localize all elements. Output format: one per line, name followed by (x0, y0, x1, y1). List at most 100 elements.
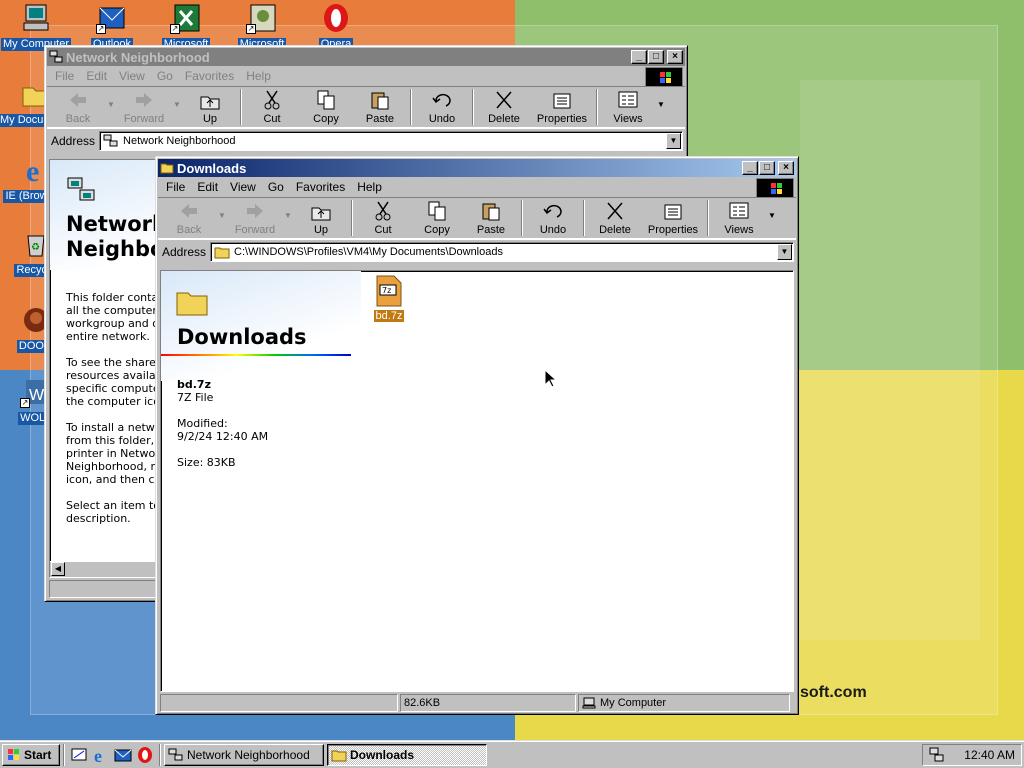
views-button[interactable]: Views (712, 200, 766, 236)
7z-archive-icon: 7z (376, 275, 402, 307)
back-button[interactable]: Back (51, 89, 105, 125)
downloads-content[interactable]: Downloads bd.7z 7Z File Modified: 9/2/24… (160, 270, 794, 692)
address-dropdown[interactable]: ▼ (666, 132, 681, 149)
copy-button[interactable]: Copy (299, 89, 353, 125)
up-button[interactable]: Up (183, 89, 237, 125)
wallpaper-text: soft.com (800, 684, 867, 701)
minimize-button[interactable]: _ (742, 161, 758, 175)
maximize-button[interactable]: □ (648, 50, 664, 64)
menu-help[interactable]: Help (351, 180, 388, 194)
views-dropdown[interactable]: ▼ (655, 100, 667, 125)
scissors-icon (372, 200, 394, 222)
menu-favorites[interactable]: Favorites (179, 69, 240, 83)
paste-button[interactable]: Paste (353, 89, 407, 125)
menu-edit[interactable]: Edit (191, 180, 224, 194)
title-bar[interactable]: Downloads _ □ × (158, 159, 796, 177)
back-arrow-icon (67, 89, 89, 111)
up-button[interactable]: Up (294, 200, 348, 236)
properties-button[interactable]: Properties (642, 200, 704, 236)
menu-bar: File Edit View Go Favorites Help (158, 177, 796, 198)
forward-arrow-icon (133, 89, 155, 111)
status-size: 82.6KB (400, 694, 576, 712)
excel-icon: ↗ (170, 2, 202, 34)
network-tray-icon[interactable] (929, 747, 945, 763)
forward-dropdown[interactable]: ▼ (171, 100, 183, 125)
close-button[interactable]: × (667, 50, 683, 64)
menu-edit[interactable]: Edit (80, 69, 113, 83)
menu-view[interactable]: View (113, 69, 151, 83)
mouse-cursor-icon (544, 369, 558, 388)
cut-button[interactable]: Cut (356, 200, 410, 236)
outlook-express-icon[interactable] (113, 745, 133, 765)
desktop-icon-excel[interactable]: ↗ Microsoft (148, 2, 224, 51)
selected-file-name: bd.7z (177, 378, 211, 391)
copy-button[interactable]: Copy (410, 200, 464, 236)
downloads-window[interactable]: Downloads _ □ × File Edit View Go Favori… (155, 156, 799, 715)
desktop-icon-microsoft[interactable]: ↗ Microsoft (224, 2, 300, 51)
menu-bar: File Edit View Go Favorites Help (47, 66, 685, 87)
views-button[interactable]: Views (601, 89, 655, 125)
cut-button[interactable]: Cut (245, 89, 299, 125)
properties-button[interactable]: Properties (531, 89, 593, 125)
delete-x-icon (604, 200, 626, 222)
undo-button[interactable]: Undo (415, 89, 469, 125)
properties-icon (551, 89, 573, 111)
back-dropdown[interactable]: ▼ (216, 211, 228, 236)
back-button[interactable]: Back (162, 200, 216, 236)
paste-button[interactable]: Paste (464, 200, 518, 236)
copy-icon (426, 200, 448, 222)
views-icon (728, 200, 750, 222)
minimize-button[interactable]: _ (631, 50, 647, 64)
delete-button[interactable]: Delete (477, 89, 531, 125)
folder-icon (331, 750, 347, 761)
menu-help[interactable]: Help (240, 69, 277, 83)
opera-icon[interactable] (135, 745, 155, 765)
status-zone: My Computer (578, 694, 790, 712)
menu-favorites[interactable]: Favorites (290, 180, 351, 194)
undo-icon (542, 200, 564, 222)
address-bar: Address Network Neighborhood ▼ (47, 128, 685, 152)
start-button[interactable]: Start (2, 743, 60, 766)
folder-large-icon (176, 292, 208, 316)
clock[interactable]: 12:40 AM (964, 748, 1015, 762)
close-button[interactable]: × (778, 161, 794, 175)
menu-go[interactable]: Go (262, 180, 290, 194)
menu-go[interactable]: Go (151, 69, 179, 83)
task-network-neighborhood[interactable]: Network Neighborhood (164, 743, 324, 766)
address-dropdown[interactable]: ▼ (777, 243, 792, 260)
desktop-icon-my-computer[interactable]: My Computer (0, 2, 74, 51)
address-field[interactable]: Network Neighborhood ▼ (99, 130, 683, 151)
menu-file[interactable]: File (49, 69, 80, 83)
delete-button[interactable]: Delete (588, 200, 642, 236)
network-neighborhood-large-icon (67, 177, 95, 201)
views-dropdown[interactable]: ▼ (766, 211, 778, 236)
show-desktop-icon[interactable] (69, 745, 89, 765)
windows-logo-icon (645, 67, 683, 87)
forward-button[interactable]: Forward (117, 89, 171, 125)
app-icon: ↗ (246, 2, 278, 34)
menu-file[interactable]: File (160, 180, 191, 194)
up-folder-icon (310, 200, 332, 222)
svg-text:e: e (26, 155, 39, 186)
file-item-bd7z[interactable]: 7z bd.7z (369, 275, 409, 323)
address-field[interactable]: C:\WINDOWS\Profiles\VM4\My Documents\Dow… (210, 241, 794, 262)
maximize-button[interactable]: □ (759, 161, 775, 175)
desktop-icon-outlook[interactable]: ↗ Outlook (74, 2, 150, 51)
title-bar[interactable]: Network Neighborhood _ □ × (47, 48, 685, 66)
internet-explorer-icon[interactable]: e (91, 745, 111, 766)
back-dropdown[interactable]: ▼ (105, 100, 117, 125)
folder-icon (214, 247, 230, 258)
panel-title: Downloads (177, 325, 307, 349)
undo-button[interactable]: Undo (526, 200, 580, 236)
folder-icon (160, 163, 174, 174)
scroll-left-button[interactable]: ◀ (51, 562, 65, 576)
task-downloads[interactable]: Downloads (327, 743, 487, 766)
forward-button[interactable]: Forward (228, 200, 282, 236)
toolbar: Back ▼ Forward ▼ Up Cut Copy Paste Undo … (47, 86, 685, 128)
menu-view[interactable]: View (224, 180, 262, 194)
computer-icon (582, 697, 596, 709)
desktop-icon-opera[interactable]: Opera (298, 2, 374, 51)
window-title: Downloads (177, 160, 247, 176)
forward-dropdown[interactable]: ▼ (282, 211, 294, 236)
windows-logo-icon (6, 748, 22, 762)
